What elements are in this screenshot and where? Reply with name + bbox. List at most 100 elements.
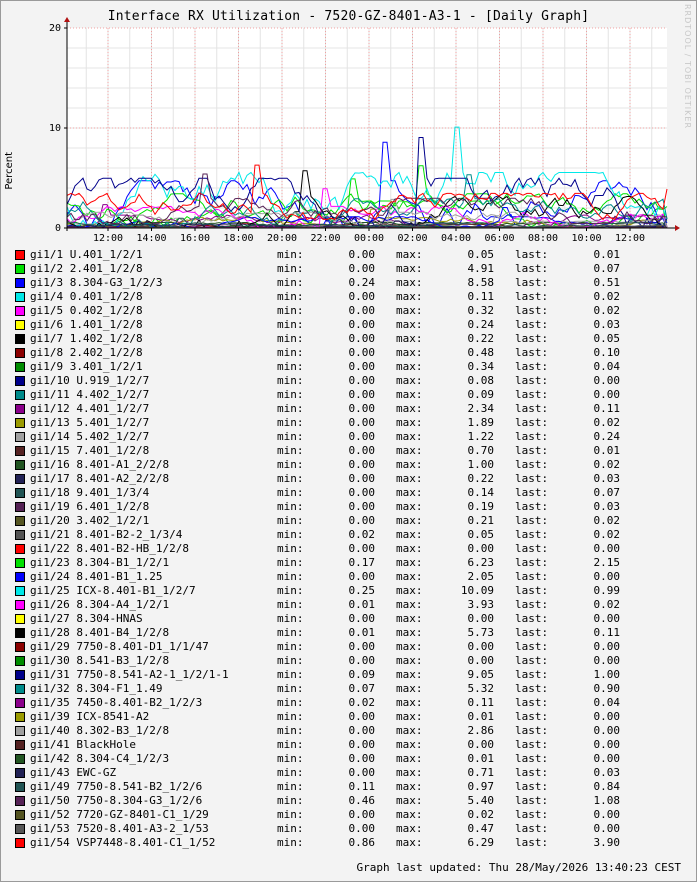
min-label: min: bbox=[277, 248, 304, 261]
legend-swatch bbox=[15, 614, 25, 624]
min-value: 0.00 bbox=[348, 570, 376, 583]
min-label: min: bbox=[277, 262, 304, 275]
legend-series-name: gi1/15 7.401_1/2/8 bbox=[30, 444, 150, 457]
legend-row: gi1/22 8.401-B2-HB_1/2/8 min: 0.00 max: 0.00… bbox=[14, 542, 684, 556]
legend-swatch bbox=[15, 502, 25, 512]
max-label: max: bbox=[396, 696, 423, 709]
min-label: min: bbox=[277, 416, 304, 429]
last-value: 0.00 bbox=[593, 640, 621, 653]
max-label: max: bbox=[396, 276, 423, 289]
legend-series-name: gi1/14 5.402_1/2/7 bbox=[30, 430, 150, 443]
last-label: last: bbox=[515, 724, 549, 737]
last-label: last: bbox=[515, 374, 549, 387]
max-value: 0.02 bbox=[467, 808, 495, 821]
x-tick-label: 06:00 bbox=[484, 233, 514, 244]
min-label: min: bbox=[277, 780, 304, 793]
min-value: 0.00 bbox=[348, 262, 376, 275]
max-label: max: bbox=[396, 290, 423, 303]
last-label: last: bbox=[515, 514, 549, 527]
legend-swatch bbox=[15, 334, 25, 344]
last-value: 0.04 bbox=[593, 360, 621, 373]
max-label: max: bbox=[396, 836, 423, 849]
min-label: min: bbox=[277, 654, 304, 667]
last-label: last: bbox=[515, 584, 549, 597]
min-label: min: bbox=[277, 290, 304, 303]
last-label: last: bbox=[515, 248, 549, 261]
last-value: 0.04 bbox=[593, 696, 621, 709]
x-tick-label: 04:00 bbox=[441, 233, 471, 244]
legend-swatch bbox=[15, 642, 25, 652]
legend-series-name: gi1/28 8.401-B4_1/2/8 bbox=[30, 626, 170, 639]
legend-row: gi1/18 9.401_1/3/4 min: 0.00 max: 0.14 last: 0… bbox=[14, 486, 684, 500]
max-value: 0.05 bbox=[467, 528, 495, 541]
last-value: 0.07 bbox=[593, 486, 621, 499]
legend-swatch bbox=[15, 348, 25, 358]
legend-swatch bbox=[15, 684, 25, 694]
max-value: 0.05 bbox=[467, 248, 495, 261]
last-label: last: bbox=[515, 766, 549, 779]
max-value: 0.01 bbox=[467, 752, 495, 765]
max-value: 1.00 bbox=[467, 458, 495, 471]
last-value: 0.24 bbox=[593, 430, 621, 443]
legend-swatch bbox=[15, 376, 25, 386]
min-label: min: bbox=[277, 696, 304, 709]
last-value: 0.02 bbox=[593, 304, 621, 317]
max-value: 3.93 bbox=[467, 598, 495, 611]
legend-series-name: gi1/10 U.919_1/2/7 bbox=[30, 374, 150, 387]
legend-row: gi1/1 U.401_1/2/1 min: 0.00 max: 0.05 last: 0.… bbox=[14, 248, 684, 262]
max-value: 0.22 bbox=[467, 472, 495, 485]
last-label: last: bbox=[515, 276, 549, 289]
legend-swatch bbox=[15, 362, 25, 372]
last-value: 0.01 bbox=[593, 444, 621, 457]
min-label: min: bbox=[277, 346, 304, 359]
legend-series-name: gi1/13 5.401_1/2/7 bbox=[30, 416, 150, 429]
min-label: min: bbox=[277, 388, 304, 401]
min-value: 0.00 bbox=[348, 318, 376, 331]
legend-series-name: gi1/7 1.402_1/2/8 bbox=[30, 332, 143, 345]
max-value: 0.48 bbox=[467, 346, 495, 359]
max-label: max: bbox=[396, 794, 423, 807]
legend-series-name: gi1/16 8.401-A1_2/2/8 bbox=[30, 458, 170, 471]
last-value: 0.11 bbox=[593, 402, 621, 415]
min-value: 0.00 bbox=[348, 458, 376, 471]
min-value: 0.11 bbox=[348, 780, 376, 793]
max-label: max: bbox=[396, 724, 423, 737]
last-label: last: bbox=[515, 304, 549, 317]
legend-series-name: gi1/52 7720-GZ-8401-C1_1/29 bbox=[30, 808, 209, 821]
legend-series-name: gi1/5 0.402_1/2/8 bbox=[30, 304, 143, 317]
max-label: max: bbox=[396, 682, 423, 695]
last-label: last: bbox=[515, 444, 549, 457]
max-label: max: bbox=[396, 780, 423, 793]
min-label: min: bbox=[277, 472, 304, 485]
legend-swatch bbox=[15, 838, 25, 848]
legend-row: gi1/29 7750-8.401-D1_1/1/47 min: 0.00 max: 0… bbox=[14, 640, 684, 654]
x-tick-label: 12:00 bbox=[615, 233, 645, 244]
legend-swatch bbox=[15, 810, 25, 820]
last-value: 0.02 bbox=[593, 598, 621, 611]
min-value: 0.00 bbox=[348, 542, 376, 555]
legend-swatch bbox=[15, 264, 25, 274]
max-label: max: bbox=[396, 626, 423, 639]
last-value: 0.02 bbox=[593, 416, 621, 429]
last-label: last: bbox=[515, 668, 549, 681]
legend-swatch bbox=[15, 740, 25, 750]
legend-row: gi1/23 8.304-B1_1/2/1 min: 0.17 max: 6.23 las… bbox=[14, 556, 684, 570]
max-value: 0.97 bbox=[467, 780, 495, 793]
max-value: 8.58 bbox=[467, 276, 495, 289]
legend-series-name: gi1/9 3.401_1/2/1 bbox=[30, 360, 143, 373]
last-value: 1.00 bbox=[593, 668, 621, 681]
min-label: min: bbox=[277, 500, 304, 513]
last-value: 0.03 bbox=[593, 472, 621, 485]
min-value: 0.02 bbox=[348, 528, 376, 541]
min-value: 0.46 bbox=[348, 794, 376, 807]
max-label: max: bbox=[396, 500, 423, 513]
last-value: 0.11 bbox=[593, 626, 621, 639]
min-value: 0.00 bbox=[348, 402, 376, 415]
x-tick-label: 00:00 bbox=[354, 233, 384, 244]
legend-swatch bbox=[15, 460, 25, 470]
x-tick-label: 22:00 bbox=[310, 233, 340, 244]
last-label: last: bbox=[515, 822, 549, 835]
legend-series-name: gi1/49 7750-8.541-B2_1/2/6 bbox=[30, 780, 203, 793]
min-value: 0.00 bbox=[348, 374, 376, 387]
max-label: max: bbox=[396, 640, 423, 653]
